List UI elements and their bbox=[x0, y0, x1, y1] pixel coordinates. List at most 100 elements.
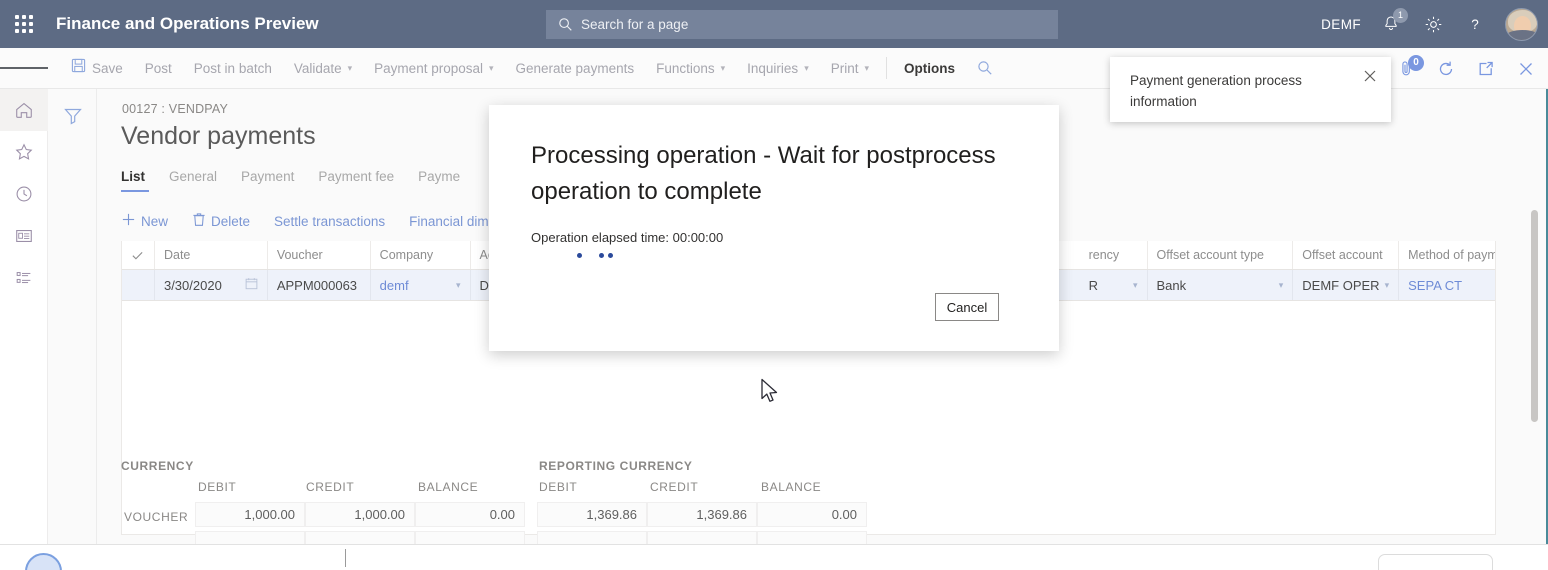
voucher-row-label: VOUCHER bbox=[124, 510, 188, 524]
voucher-reporting-balance[interactable]: 0.00 bbox=[757, 502, 867, 527]
top-navigation-bar: Finance and Operations Preview Search fo… bbox=[0, 0, 1548, 48]
avatar[interactable] bbox=[1505, 8, 1538, 41]
currency-credit-header: CREDIT bbox=[306, 480, 354, 494]
footer-bar bbox=[0, 544, 1548, 570]
cell-currency-value: R bbox=[1089, 278, 1098, 293]
cell-company[interactable]: demf ▾ bbox=[371, 270, 471, 300]
financial-dimensions-label: Financial dime bbox=[409, 214, 496, 229]
voucher-currency-debit[interactable]: 1,000.00 bbox=[195, 502, 305, 527]
application-window: Finance and Operations Preview Search fo… bbox=[0, 0, 1548, 570]
open-in-new-window-icon[interactable] bbox=[1474, 57, 1498, 81]
tab-general[interactable]: General bbox=[169, 169, 241, 192]
grid-header-offset-account-type[interactable]: Offset account type bbox=[1148, 241, 1294, 269]
generate-payments-label: Generate payments bbox=[516, 48, 635, 89]
payment-proposal-label: Payment proposal bbox=[374, 48, 483, 89]
grid-header-method-of-payment[interactable]: Method of paym bbox=[1399, 241, 1495, 269]
footer-circle-decoration bbox=[25, 553, 62, 570]
options-label: Options bbox=[904, 48, 955, 89]
notification-message: Payment generation process information bbox=[1130, 70, 1330, 112]
cell-offset-account-value: DEMF OPER bbox=[1302, 278, 1379, 293]
sidebar-item-recent[interactable] bbox=[0, 173, 48, 215]
attachment-icon[interactable]: 0 bbox=[1394, 57, 1418, 81]
app-grid-icon[interactable] bbox=[0, 0, 48, 48]
global-search-input[interactable]: Search for a page bbox=[546, 10, 1058, 39]
breadcrumb: 00127 : VENDPAY bbox=[122, 102, 228, 116]
payment-proposal-menu[interactable]: Payment proposal ▾ bbox=[363, 48, 504, 89]
notification-bell-icon[interactable]: 1 bbox=[1379, 12, 1403, 36]
grid-header-offset-account[interactable]: Offset account bbox=[1293, 241, 1399, 269]
delete-label: Delete bbox=[211, 214, 250, 229]
tab-payment[interactable]: Payment bbox=[241, 169, 318, 192]
page-title: Vendor payments bbox=[121, 122, 316, 151]
home-icon bbox=[14, 100, 34, 120]
save-label: Save bbox=[92, 48, 123, 89]
chevron-down-icon[interactable]: ▾ bbox=[456, 280, 461, 291]
cell-method-of-payment[interactable]: SEPA CT bbox=[1399, 270, 1495, 300]
row-select-checkbox[interactable] bbox=[122, 270, 155, 300]
reporting-credit-header: CREDIT bbox=[650, 480, 698, 494]
grid-header-voucher[interactable]: Voucher bbox=[268, 241, 371, 269]
post-label: Post bbox=[145, 48, 172, 89]
voucher-currency-balance[interactable]: 0.00 bbox=[415, 502, 525, 527]
refresh-icon[interactable] bbox=[1434, 57, 1458, 81]
cancel-button[interactable]: Cancel bbox=[935, 293, 999, 321]
tab-payment-fee[interactable]: Payment fee bbox=[318, 169, 418, 192]
print-menu[interactable]: Print ▾ bbox=[820, 48, 880, 89]
gear-icon[interactable] bbox=[1421, 12, 1445, 36]
cell-currency[interactable]: R ▾ bbox=[1080, 270, 1148, 300]
grid-header-currency[interactable]: rency bbox=[1080, 241, 1148, 269]
sidebar-item-home[interactable] bbox=[0, 89, 48, 131]
tab-payment-truncated[interactable]: Payme bbox=[418, 169, 484, 192]
help-icon[interactable]: ? bbox=[1463, 12, 1487, 36]
new-button[interactable]: New bbox=[121, 212, 182, 230]
company-selector[interactable]: DEMF bbox=[1321, 17, 1361, 32]
options-button[interactable]: Options bbox=[893, 48, 966, 89]
post-button[interactable]: Post bbox=[134, 48, 183, 89]
cell-date-value: 3/30/2020 bbox=[164, 278, 222, 293]
reporting-currency-group-label: REPORTING CURRENCY bbox=[539, 459, 692, 473]
vertical-scrollbar[interactable] bbox=[1531, 210, 1538, 422]
page-window-actions: 0 bbox=[1394, 48, 1538, 89]
notification-close-icon[interactable] bbox=[1359, 65, 1381, 87]
cell-voucher[interactable]: APPM000063 bbox=[268, 270, 371, 300]
post-in-batch-button[interactable]: Post in batch bbox=[183, 48, 283, 89]
currency-balance-header: BALANCE bbox=[418, 480, 478, 494]
filter-funnel-icon[interactable] bbox=[48, 105, 97, 127]
tab-payment-label: Payment bbox=[241, 169, 294, 184]
chevron-down-icon[interactable]: ▾ bbox=[1133, 280, 1138, 291]
top-bar-actions: DEMF 1 ? bbox=[1321, 0, 1538, 48]
sidebar-item-modules[interactable] bbox=[0, 257, 48, 299]
validate-label: Validate bbox=[294, 48, 342, 89]
grid-header-select-all[interactable] bbox=[122, 241, 155, 269]
save-button[interactable]: Save bbox=[60, 48, 134, 89]
chevron-down-icon[interactable]: ▾ bbox=[1385, 280, 1390, 291]
command-bar-search-icon[interactable] bbox=[966, 48, 1004, 89]
grid-header-company[interactable]: Company bbox=[371, 241, 471, 269]
voucher-reporting-debit[interactable]: 1,369.86 bbox=[537, 502, 647, 527]
tab-list[interactable]: List bbox=[121, 169, 169, 192]
grid-header-date[interactable]: Date bbox=[155, 241, 268, 269]
close-icon[interactable] bbox=[1514, 57, 1538, 81]
functions-label: Functions bbox=[656, 48, 715, 89]
functions-menu[interactable]: Functions ▾ bbox=[645, 48, 736, 89]
cell-offset-account[interactable]: DEMF OPER ▾ bbox=[1293, 270, 1399, 300]
sidebar-item-favorites[interactable] bbox=[0, 131, 48, 173]
settle-transactions-label: Settle transactions bbox=[274, 214, 385, 229]
chevron-down-icon[interactable]: ▾ bbox=[1279, 280, 1284, 291]
voucher-currency-credit[interactable]: 1,000.00 bbox=[305, 502, 415, 527]
cell-date[interactable]: 3/30/2020 bbox=[155, 270, 268, 300]
hamburger-icon[interactable] bbox=[0, 48, 48, 89]
validate-menu[interactable]: Validate ▾ bbox=[283, 48, 363, 89]
calendar-icon[interactable] bbox=[245, 277, 258, 293]
voucher-reporting-credit[interactable]: 1,369.86 bbox=[647, 502, 757, 527]
checkmark-icon bbox=[131, 249, 144, 262]
settle-transactions-button[interactable]: Settle transactions bbox=[264, 214, 399, 229]
delete-button[interactable]: Delete bbox=[182, 212, 264, 230]
svg-text:?: ? bbox=[1471, 17, 1479, 32]
generate-payments-button[interactable]: Generate payments bbox=[505, 48, 646, 89]
inquiries-menu[interactable]: Inquiries ▾ bbox=[736, 48, 820, 89]
sidebar-item-workspaces[interactable] bbox=[0, 215, 48, 257]
cell-offset-account-type[interactable]: Bank ▾ bbox=[1148, 270, 1294, 300]
print-label: Print bbox=[831, 48, 859, 89]
save-icon bbox=[71, 48, 86, 89]
